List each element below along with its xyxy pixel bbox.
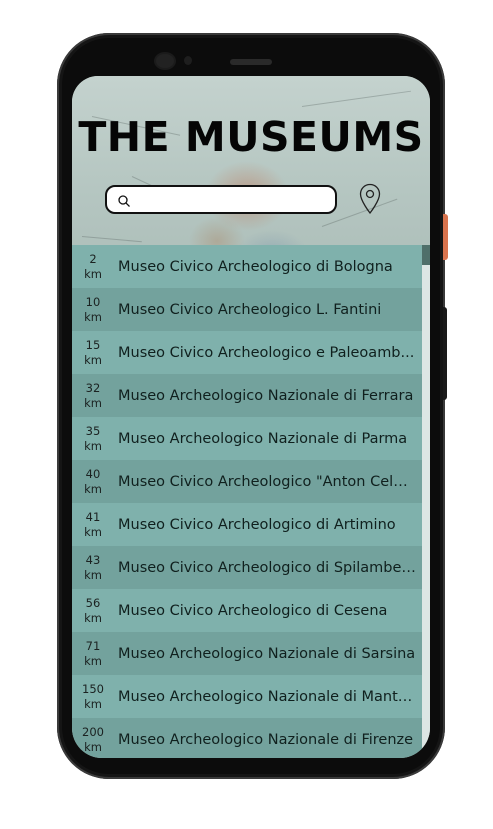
museum-name: Museo Civico Archeologico di Cesena [118, 602, 388, 619]
museum-list-item[interactable]: 15 km Museo Civico Archeologico e Paleoam… [72, 331, 422, 374]
museum-name: Museo Archeologico Nazionale di Parma [118, 430, 408, 447]
museum-list-item[interactable]: 150 km Museo Archeologico Nazionale di Ma… [72, 675, 422, 718]
museum-name: Museo Archeologico Nazionale di Mantova [118, 688, 422, 705]
proximity-sensor [184, 56, 192, 65]
front-camera [156, 54, 174, 68]
earpiece-speaker [230, 59, 272, 65]
museum-name: Museo Civico Archeologico e Paleoamb... [118, 344, 415, 361]
list-scrollbar-track[interactable] [422, 245, 430, 758]
museum-name: Museo Civico Archeologico di Artimino [118, 516, 396, 533]
distance-label: 200 km [82, 724, 104, 754]
header-hero-image [72, 76, 430, 265]
museum-list-item[interactable]: 10 km Museo Civico Archeologico L. Fantin… [72, 288, 422, 331]
app-screen: THE MUSEUMS 2 km Museo Civico Archeologic… [72, 76, 430, 758]
museum-list-item[interactable]: 40 km Museo Civico Archeologico "Anton Ce… [72, 460, 422, 503]
page-title: THE MUSEUMS [78, 113, 424, 161]
distance-label: 15 km [84, 337, 102, 367]
power-button [443, 214, 448, 260]
museum-name: Museo Archeologico Nazionale di Firenze [118, 731, 414, 748]
distance-label: 40 km [84, 466, 102, 496]
museum-list-item[interactable]: 32 km Museo Archeologico Nazionale di Fer… [72, 374, 422, 417]
museum-name: Museo Archeologico Nazionale di Sarsina [118, 645, 416, 662]
museum-list-item[interactable]: 200 km Museo Archeologico Nazionale di Fi… [72, 718, 422, 758]
search-bar[interactable] [105, 185, 337, 214]
distance-label: 41 km [84, 509, 102, 539]
museum-name: Museo Civico Archeologico L. Fantini [118, 301, 382, 318]
distance-label: 150 km [82, 681, 104, 711]
museum-list-item[interactable]: 43 km Museo Civico Archeologico di Spilam… [72, 546, 422, 589]
distance-label: 43 km [84, 552, 102, 582]
list-scrollbar-thumb[interactable] [422, 245, 430, 265]
museum-list-item[interactable]: 41 km Museo Civico Archeologico di Artimi… [72, 503, 422, 546]
museum-list-item[interactable]: 2 km Museo Civico Archeologico di Bologna [72, 245, 422, 288]
museum-name: Museo Civico Archeologico di Spilamberto [118, 559, 422, 576]
map-pin-icon[interactable] [359, 183, 381, 215]
museum-list: 2 km Museo Civico Archeologico di Bologna… [72, 245, 422, 758]
search-input[interactable] [137, 190, 331, 212]
distance-label: 2 km [84, 251, 102, 281]
museum-name: Museo Civico Archeologico di Bologna [118, 258, 393, 275]
volume-button [443, 307, 447, 400]
museum-list-item[interactable]: 35 km Museo Archeologico Nazionale di Par… [72, 417, 422, 460]
distance-label: 10 km [84, 294, 102, 324]
museum-list-item[interactable]: 56 km Museo Civico Archeologico di Cesena [72, 589, 422, 632]
distance-label: 71 km [84, 638, 102, 668]
museum-name: Museo Archeologico Nazionale di Ferrara [118, 387, 414, 404]
distance-label: 56 km [84, 595, 102, 625]
museum-list-item[interactable]: 71 km Museo Archeologico Nazionale di Sar… [72, 632, 422, 675]
distance-label: 32 km [84, 380, 102, 410]
distance-label: 35 km [84, 423, 102, 453]
search-icon [118, 195, 130, 207]
museum-name: Museo Civico Archeologico "Anton Celest.… [118, 473, 422, 490]
